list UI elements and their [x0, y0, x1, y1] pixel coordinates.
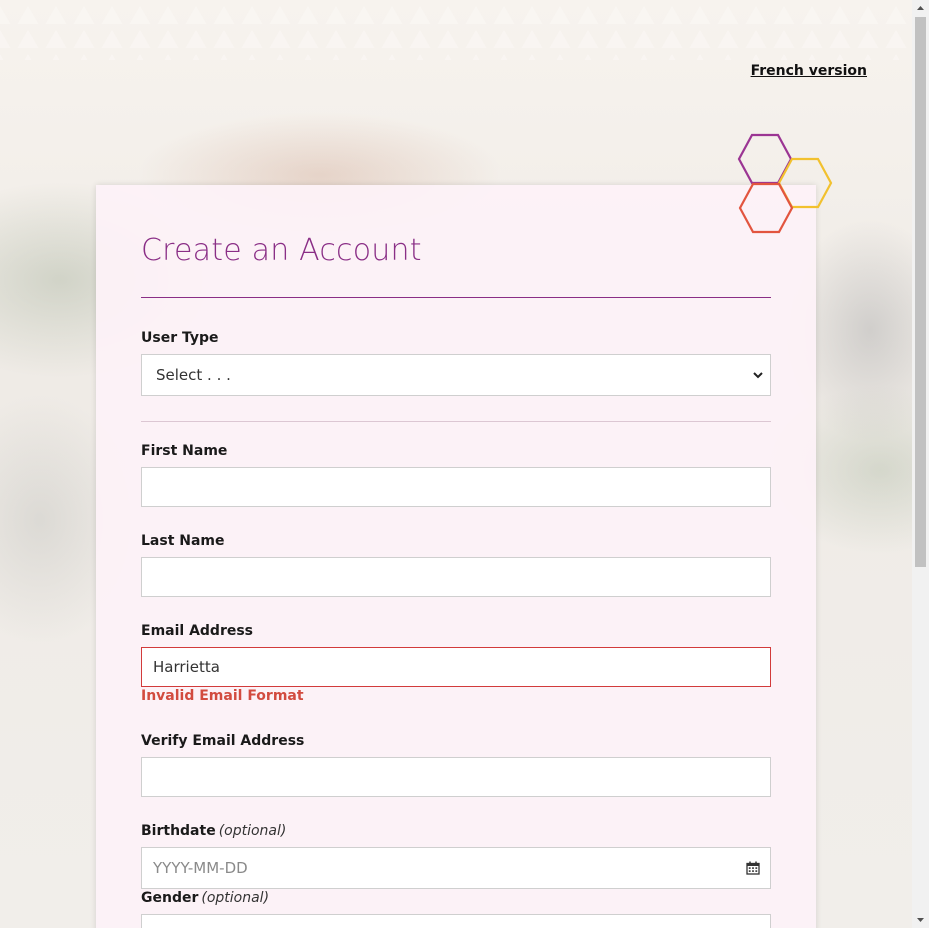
vertical-scrollbar[interactable]: [912, 0, 929, 928]
title-divider: [141, 297, 771, 298]
verify-email-input[interactable]: [141, 757, 771, 797]
gender-select[interactable]: [141, 914, 771, 928]
birthdate-input[interactable]: YYYY-MM-DD: [141, 847, 771, 889]
scroll-down-arrow-icon[interactable]: [912, 911, 929, 928]
first-name-input[interactable]: [141, 467, 771, 507]
user-type-selected-value: Select . . .: [156, 366, 231, 384]
chevron-down-icon: [753, 372, 763, 379]
create-account-card: Create an Account User Type Select . . .…: [96, 185, 816, 928]
email-input[interactable]: Harrietta: [141, 647, 771, 687]
verify-email-label: Verify Email Address: [141, 733, 305, 749]
scrollbar-thumb[interactable]: [915, 17, 926, 567]
birthdate-label-text: Birthdate: [141, 823, 216, 839]
calendar-icon[interactable]: [746, 861, 760, 875]
section-divider: [141, 421, 771, 422]
birthdate-optional-hint: (optional): [218, 823, 287, 839]
first-name-label: First Name: [141, 443, 228, 459]
background-triangle-pattern: [0, 0, 912, 60]
email-error-message: Invalid Email Format: [141, 688, 304, 704]
french-version-link[interactable]: French version: [751, 63, 867, 79]
scroll-up-arrow-icon[interactable]: [912, 0, 929, 17]
last-name-label: Last Name: [141, 533, 225, 549]
hexagon-logo-icon: [737, 133, 833, 234]
gender-optional-hint: (optional): [201, 890, 270, 906]
email-value: Harrietta: [153, 658, 220, 676]
birthdate-label: Birthdate (optional): [141, 823, 286, 839]
gender-label: Gender (optional): [141, 890, 269, 906]
last-name-input[interactable]: [141, 557, 771, 597]
page-title: Create an Account: [141, 233, 422, 268]
user-type-select[interactable]: Select . . .: [141, 354, 771, 396]
email-label: Email Address: [141, 623, 254, 639]
user-type-label: User Type: [141, 330, 219, 346]
birthdate-placeholder: YYYY-MM-DD: [153, 859, 248, 877]
gender-label-text: Gender: [141, 890, 199, 906]
